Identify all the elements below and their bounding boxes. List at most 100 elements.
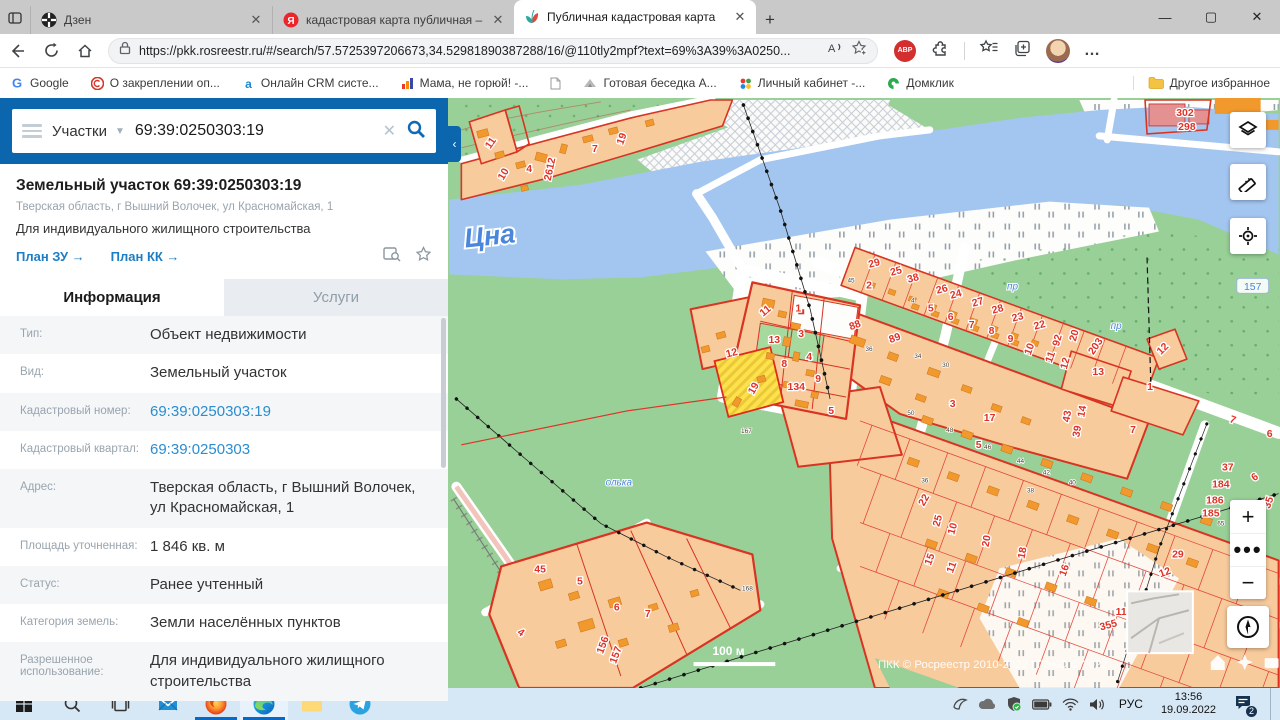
bookmark-item-reddot[interactable]: О закреплении оп... (91, 76, 220, 90)
address-bar[interactable]: https://pkk.rosreestr.ru/#/search/57.572… (108, 38, 878, 64)
clock[interactable]: 13:56 19.09.2022 (1157, 691, 1220, 717)
row-value: Ранее учтенный (150, 575, 448, 595)
favorites-menu-icon[interactable] (979, 39, 999, 62)
battery-icon[interactable] (1032, 699, 1052, 710)
svg-text:G: G (12, 76, 22, 90)
tab-close-icon[interactable]: ✕ (248, 12, 264, 28)
layers-button[interactable] (1230, 112, 1266, 148)
onedrive-cloud-icon[interactable] (978, 698, 996, 710)
zoom-out-button[interactable]: − (1230, 566, 1266, 599)
tray-app-icon[interactable] (952, 696, 968, 712)
parcel-number-label: 6 (614, 602, 620, 613)
profile-avatar[interactable] (1046, 39, 1070, 63)
zoom-in-button[interactable]: + (1230, 500, 1266, 533)
bookmark-item-tent[interactable]: Готовая беседка А... (583, 76, 716, 90)
bookmark-other-label[interactable]: Другое избранное (1170, 76, 1270, 90)
security-shield-icon[interactable] (1006, 696, 1022, 712)
menu-icon[interactable] (22, 124, 42, 138)
tab-services[interactable]: Услуги (224, 279, 448, 316)
cadastral-map[interactable]: Цна 157 11104261271930229811131312849134… (448, 98, 1280, 688)
map-canvas[interactable]: Цна 157 11104261271930229811131312849134… (448, 98, 1280, 688)
result-title: Земельный участок 69:39:0250303:19 (16, 177, 432, 195)
parcel-number-label: 13 (1092, 367, 1104, 378)
parcel-number-label: 4 (806, 352, 812, 363)
row-value[interactable]: 69:39:0250303 (150, 440, 448, 460)
preview-icon[interactable] (383, 246, 401, 267)
parcel-number-label: 8 (781, 359, 787, 370)
speaker-icon[interactable] (1089, 698, 1105, 711)
bookmark-item-bars[interactable]: Мама, не горюй! -... (401, 76, 529, 90)
settings-menu-icon[interactable]: … (1084, 42, 1101, 60)
parcel-number-label: 186 (1206, 496, 1224, 507)
compass-button[interactable] (1227, 606, 1269, 648)
parcel-number-label: 14 (1076, 405, 1089, 419)
search-input[interactable] (135, 122, 373, 140)
parcel-number-label: 5 (577, 576, 583, 587)
language-indicator[interactable]: РУС (1115, 697, 1147, 711)
parcel-number-label: 46 (984, 444, 992, 451)
panel-scrollbar[interactable] (441, 318, 446, 468)
zoom-control: + ••• − (1230, 500, 1266, 599)
row-label: Кадастровый квартал: (0, 440, 150, 460)
bookmark-item-google[interactable]: GGoogle (10, 76, 69, 90)
row-value: Объект недвижимости (150, 325, 448, 345)
window-controls: — ▢ ✕ (1142, 0, 1280, 34)
read-aloud-icon[interactable]: A (827, 41, 843, 60)
reload-icon[interactable] (34, 36, 68, 66)
time: 13:56 (1175, 691, 1203, 703)
bookmark-item-domclick[interactable]: Домклик (887, 76, 954, 90)
adblock-icon[interactable]: ABP (894, 40, 916, 62)
tab-close-icon[interactable]: ✕ (490, 12, 506, 28)
bookmark-item-dots4[interactable]: Личный кабинет -... (739, 76, 866, 90)
parcel-number-label: 134 (788, 382, 806, 393)
plan-zu-link[interactable]: План ЗУ → (16, 249, 85, 264)
row-value[interactable]: 69:39:0250303:19 (150, 402, 448, 422)
window-minimize-button[interactable]: — (1142, 0, 1188, 34)
bookmark-item-crm[interactable]: aОнлайн CRM систе... (242, 76, 379, 90)
favorite-star-icon[interactable] (851, 40, 867, 61)
search-category-label: Участки (52, 123, 107, 140)
window-maximize-button[interactable]: ▢ (1188, 0, 1234, 34)
browser-tab-2[interactable]: Якадастровая карта публичная –✕ (272, 6, 514, 34)
map-fullscreen-icon[interactable] (1265, 658, 1279, 668)
clear-search-icon[interactable]: ✕ (383, 121, 396, 141)
notification-center-icon[interactable]: 2 (1230, 694, 1260, 715)
search-category-dropdown[interactable]: Участки ▼ (52, 123, 125, 140)
search-icon[interactable] (406, 119, 426, 144)
collections-icon[interactable] (1013, 39, 1032, 63)
plan-kk-link[interactable]: План КК → (111, 249, 180, 264)
url-text[interactable]: https://pkk.rosreestr.ru/#/search/57.572… (139, 44, 819, 58)
window-close-button[interactable]: ✕ (1234, 0, 1280, 34)
parcel-number-label: 45 (847, 277, 855, 284)
wifi-icon[interactable] (1062, 698, 1079, 711)
result-usage: Для индивидуального жилищного строительс… (16, 221, 432, 236)
star-icon[interactable] (415, 246, 432, 267)
tab-title: Дзен (64, 13, 241, 27)
collapse-panel-button[interactable]: ‹ (448, 126, 461, 162)
parcel-number-label: 7 (1130, 425, 1136, 436)
tab-close-icon[interactable]: ✕ (732, 9, 748, 25)
browser-tab-3[interactable]: Публичная кадастровая карта✕ (514, 0, 756, 34)
parcel-number-label: 302 (1176, 108, 1194, 119)
parcel-number-label: 30 (942, 362, 950, 369)
bookmark-other-folder[interactable]: Другое избранное (1133, 76, 1270, 90)
table-row: Адрес:Тверская область, г Вышний Волочек… (0, 469, 448, 528)
extensions-icon[interactable] (930, 38, 950, 63)
search-result-card: Земельный участок 69:39:0250303:19 Тверс… (0, 164, 448, 275)
new-tab-button[interactable]: + (756, 6, 784, 34)
browser-tab-1[interactable]: Дзен ✕ (30, 6, 272, 34)
show-desktop-button[interactable] (1270, 688, 1274, 720)
home-icon[interactable] (68, 36, 102, 66)
zoom-levels-button[interactable]: ••• (1230, 533, 1266, 566)
tab-actions-icon[interactable] (0, 1, 30, 34)
bookmark-item-page[interactable] (550, 77, 561, 90)
center-button[interactable] (1230, 218, 1266, 254)
minimap[interactable] (1127, 591, 1193, 653)
parcel-number-label: 37 (1222, 463, 1234, 474)
measure-button[interactable] (1230, 164, 1266, 200)
table-row: Кадастровый квартал:69:39:0250303 (0, 431, 448, 469)
parcel-number-label: 43 (1061, 410, 1074, 424)
tab-information[interactable]: Информация (0, 279, 224, 316)
parcel-number-label: 8 (989, 326, 995, 337)
back-icon[interactable] (0, 36, 34, 66)
